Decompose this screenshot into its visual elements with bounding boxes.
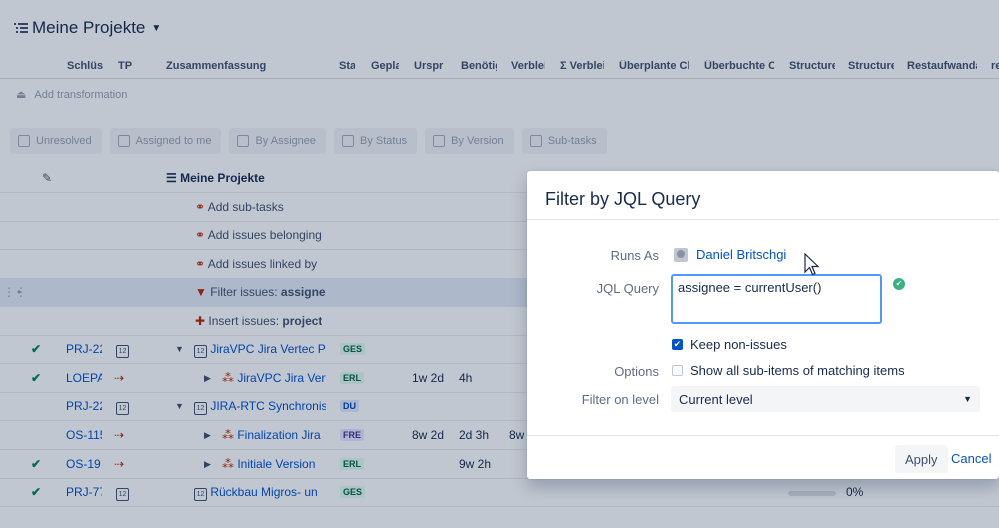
keep-non-issues-option[interactable]: ✔ Keep non-issues <box>672 337 787 352</box>
chevron-down-icon: ▼ <box>963 394 972 404</box>
divider <box>527 435 999 436</box>
check-circle-icon: ✔ <box>893 278 905 290</box>
options-label: Options <box>614 364 659 379</box>
show-all-sub-items-label: Show all sub-items of matching items <box>690 363 905 378</box>
page: Meine Projekte ▼ Schlüss TP Zusammenfass… <box>0 0 999 528</box>
keep-non-issues-label: Keep non-issues <box>690 337 787 352</box>
filter-level-label: Filter on level <box>581 392 659 407</box>
cancel-button[interactable]: Cancel <box>951 451 991 466</box>
jql-query-input[interactable]: assignee = currentUser() <box>671 274 882 324</box>
jql-filter-dialog: Filter by JQL Query Runs As Daniel Brits… <box>527 171 999 479</box>
dialog-title: Filter by JQL Query <box>545 189 701 209</box>
filter-level-select[interactable]: Current level ▼ <box>671 386 980 412</box>
runs-as-label: Runs As <box>610 248 659 263</box>
mouse-cursor-icon <box>804 253 820 276</box>
filter-level-value: Current level <box>679 391 753 407</box>
show-all-sub-items-checkbox[interactable] <box>672 365 683 376</box>
apply-button[interactable]: Apply <box>895 445 948 473</box>
show-all-sub-items-option[interactable]: Show all sub-items of matching items <box>672 363 905 378</box>
avatar <box>674 247 688 262</box>
keep-non-issues-checkbox[interactable]: ✔ <box>672 339 683 350</box>
user-name: Daniel Britschgi <box>696 247 787 262</box>
jql-label: JQL Query <box>596 281 659 296</box>
runs-as-user[interactable]: Daniel Britschgi <box>674 247 786 262</box>
divider <box>527 219 999 220</box>
